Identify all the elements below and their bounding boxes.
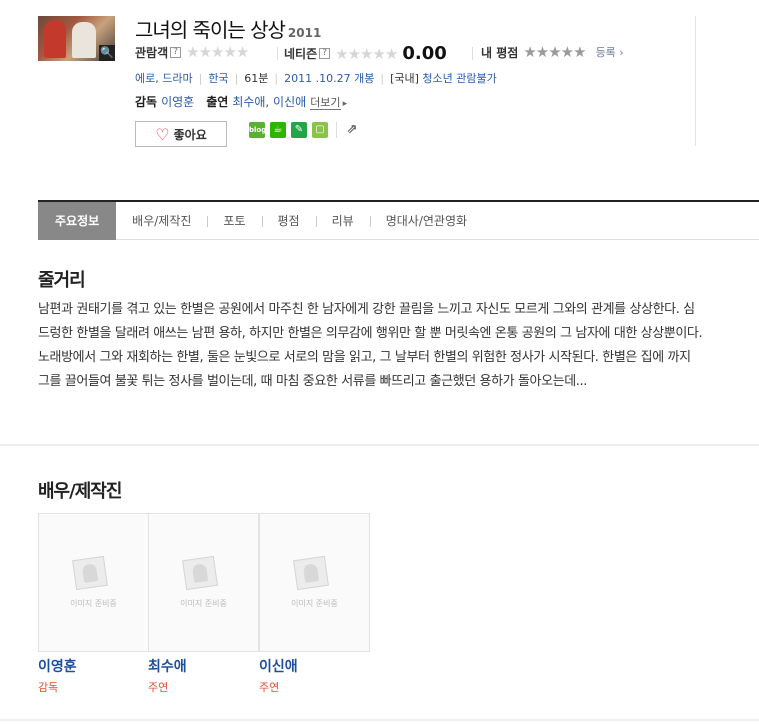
tab-bar: 주요정보 배우/제작진 포토 평점 리뷰 명대사/연관영화	[38, 200, 759, 240]
tab-photo[interactable]: 포토	[207, 202, 261, 240]
genre-link[interactable]: 에로, 드라마	[135, 72, 193, 85]
cast-label: 출연	[206, 95, 229, 109]
person-placeholder-icon	[182, 555, 218, 591]
audience-rating: 관람객 ? ★★★★★	[135, 43, 249, 61]
movie-title: 그녀의 죽이는 상상 2011	[135, 14, 321, 43]
memo-share-icon[interactable]: ▢	[312, 122, 328, 138]
divider	[277, 47, 278, 60]
audience-stars: ★★★★★	[186, 43, 249, 61]
section-divider	[0, 444, 759, 446]
help-icon[interactable]: ?	[319, 48, 331, 59]
synopsis-text: 남편과 권태기를 겪고 있는 한별은 공원에서 마주친 한 남자에게 강한 끌림…	[38, 302, 703, 389]
chevron-right-icon: ▸	[342, 99, 348, 109]
cast-photo-placeholder[interactable]: 이미지 준비중	[259, 513, 370, 652]
netizen-rating-label: 네티즌	[284, 47, 318, 61]
tab-main-info[interactable]: 주요정보	[38, 202, 117, 240]
person-placeholder-icon	[72, 555, 108, 591]
zoom-icon[interactable]: 🔍	[99, 45, 115, 61]
cafe-share-icon[interactable]: ☕	[270, 122, 286, 138]
bookmark-share-icon[interactable]: ✎	[291, 122, 307, 138]
placeholder-caption: 이미지 준비중	[180, 599, 227, 608]
poster-figure-man	[72, 22, 96, 58]
cast-heading: 배우/제작진	[38, 481, 122, 502]
audience-rating-label: 관람객	[135, 45, 169, 60]
more-credits-link[interactable]: 더보기	[310, 96, 341, 110]
cast-name-link[interactable]: 최수애	[148, 656, 187, 676]
tab-label: 포토	[223, 214, 246, 228]
header-right-divider	[695, 16, 696, 146]
runtime: 61분	[244, 72, 269, 85]
rating-region: [국내]	[390, 72, 419, 85]
netizen-stars: ★★★★★	[335, 44, 398, 63]
country-link[interactable]: 한국	[208, 72, 228, 85]
tab-label: 리뷰	[331, 214, 354, 228]
register-label: 등록	[595, 46, 616, 59]
my-rating-stars[interactable]: ★★★★★	[523, 43, 586, 61]
tab-reviews[interactable]: 리뷰	[315, 202, 370, 240]
help-icon[interactable]: ?	[170, 46, 182, 58]
cast-link[interactable]: 최수애, 이신애	[232, 95, 306, 109]
tab-reviews-score[interactable]: 평점	[261, 202, 316, 240]
cast-name-link[interactable]: 이신애	[259, 656, 298, 676]
my-rating-label: 내 평점	[481, 45, 519, 60]
cast-photo-placeholder[interactable]: 이미지 준비중	[148, 513, 259, 652]
release-date-link[interactable]: 2011 .10.27 개봉	[284, 72, 374, 85]
heart-icon: ♡	[155, 124, 170, 144]
person-placeholder-icon	[293, 555, 329, 591]
blog-share-icon[interactable]: blog	[249, 122, 266, 138]
tab-label: 주요정보	[55, 214, 100, 228]
divider	[336, 122, 337, 138]
tab-label: 명대사/연관영화	[385, 214, 468, 228]
cast-role: 감독	[38, 681, 59, 694]
like-label: 좋아요	[173, 127, 207, 142]
movie-poster[interactable]: 🔍	[38, 16, 115, 61]
cast-photo-placeholder[interactable]: 이미지 준비중	[38, 513, 149, 652]
director-label: 감독	[135, 95, 158, 109]
cast-role: 주연	[259, 681, 280, 694]
divider	[472, 47, 473, 60]
netizen-rating: 네티즌 ? ★★★★★ 0.00	[284, 43, 447, 64]
section-divider	[0, 719, 759, 721]
movie-meta: 에로, 드라마 | 한국 | 61분 | 2011 .10.27 개봉 | [국내] 청소년 관…	[135, 72, 497, 85]
cast-name-link[interactable]: 이영훈	[38, 656, 77, 676]
tab-quotes-related[interactable]: 명대사/연관영화	[369, 202, 483, 240]
movie-title-text: 그녀의 죽이는 상상	[135, 18, 286, 42]
placeholder-caption: 이미지 준비중	[291, 599, 338, 608]
cast-role: 주연	[148, 681, 169, 694]
tab-cast-crew[interactable]: 배우/제작진	[116, 202, 207, 240]
placeholder-caption: 이미지 준비중	[70, 599, 117, 608]
movie-year: 2011	[287, 26, 322, 40]
netizen-score: 0.00	[402, 43, 447, 64]
synopsis-heading: 줄거리	[38, 270, 86, 291]
age-rating-link[interactable]: 청소년 관람불가	[422, 72, 496, 85]
tab-label: 평점	[277, 214, 300, 228]
like-button[interactable]: ♡ 좋아요	[135, 121, 227, 147]
tab-label: 배우/제작진	[132, 214, 192, 228]
director-link[interactable]: 이영훈	[161, 95, 194, 109]
share-icon[interactable]: ⇗	[344, 122, 360, 138]
register-rating-link[interactable]: 등록 ›	[596, 44, 624, 60]
my-rating: 내 평점 ★★★★★ 등록 ›	[481, 43, 624, 61]
poster-figure-woman	[44, 20, 66, 58]
credits: 감독 이영훈 출연 최수애, 이신애 더보기 ▸	[135, 93, 347, 110]
